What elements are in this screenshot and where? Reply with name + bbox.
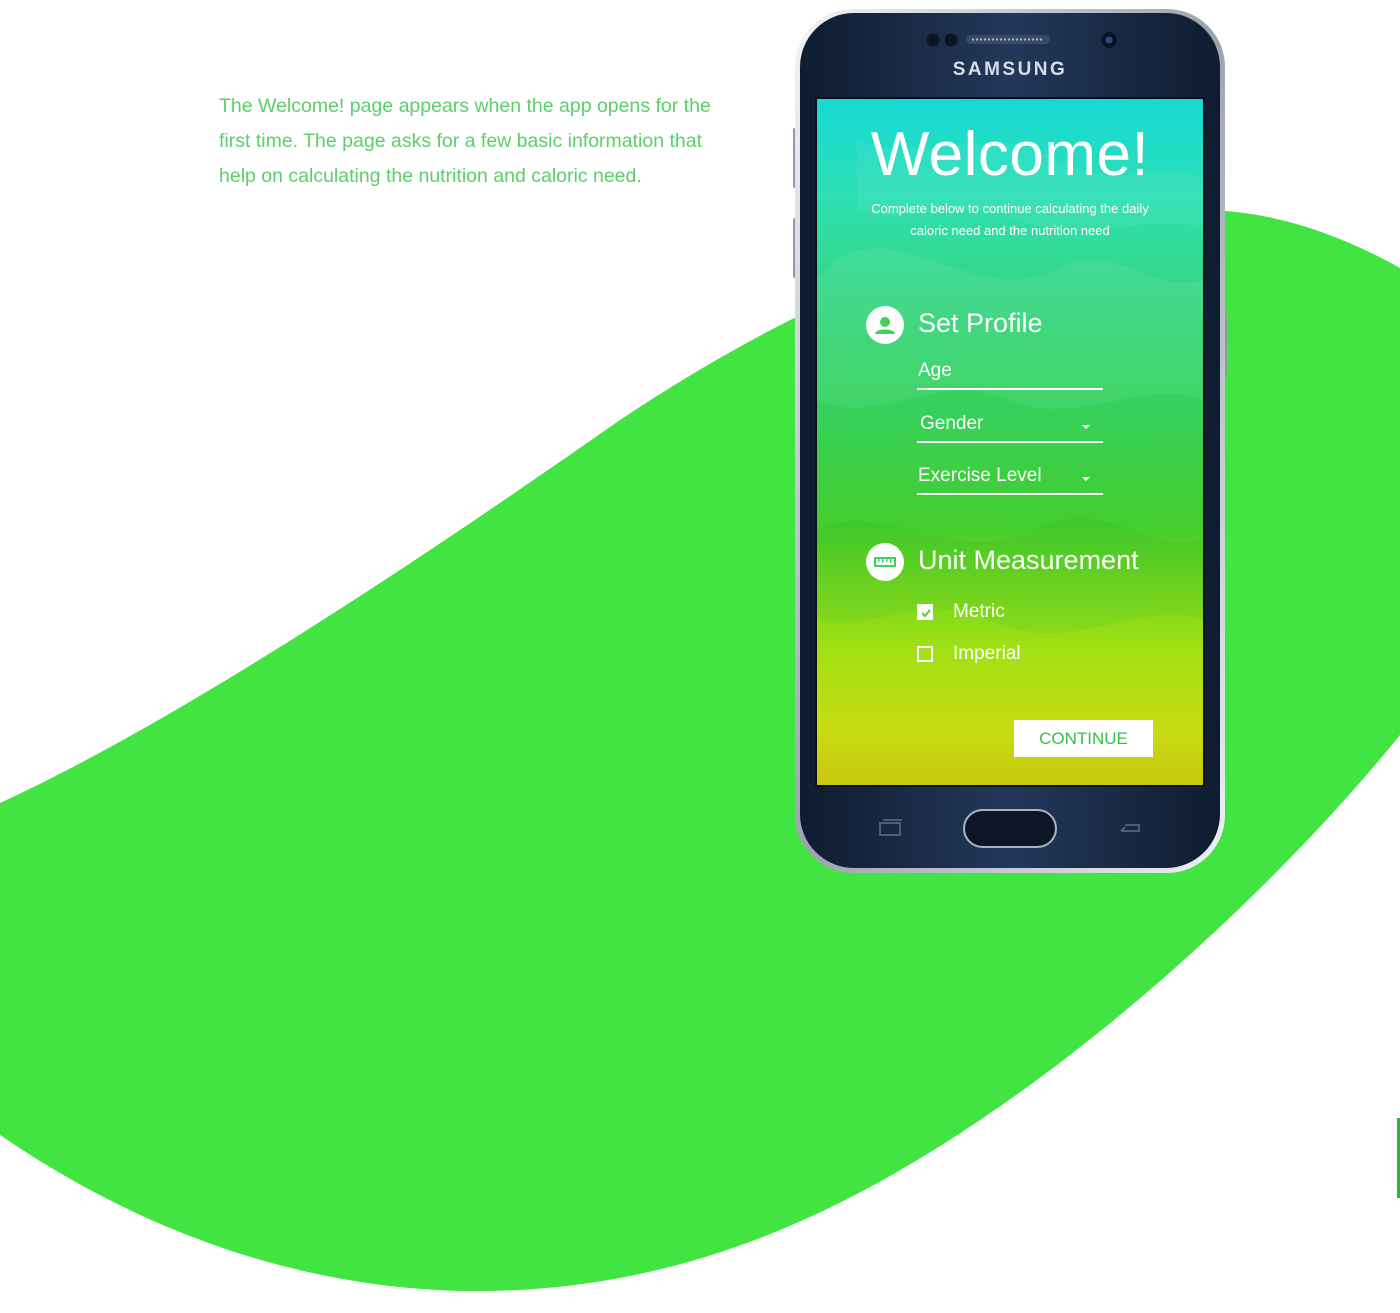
unit-measurement-heading: Unit Measurement — [918, 545, 1139, 575]
exercise-level-chevron-down-icon — [1082, 477, 1090, 481]
continue-button[interactable]: CONTINUE — [1014, 720, 1153, 757]
exercise-level-dropdown[interactable]: Exercise Level — [917, 463, 1103, 495]
phone-brand-logo: SAMSUNG — [952, 59, 1068, 80]
metric-checkbox[interactable] — [917, 604, 933, 620]
age-field-label: Age — [918, 360, 952, 381]
age-field[interactable]: Age — [917, 358, 1103, 390]
set-profile-heading: Set Profile — [918, 308, 1043, 338]
metric-label: Metric — [953, 601, 1005, 622]
gender-chevron-down-icon — [1082, 425, 1090, 429]
recent-apps-icon[interactable] — [877, 817, 903, 837]
exercise-level-dropdown-label: Exercise Level — [918, 465, 1042, 486]
gender-dropdown-label: Gender — [920, 413, 984, 434]
back-icon[interactable] — [1117, 819, 1143, 837]
welcome-subtitle: Complete below to continue calculating t… — [871, 201, 1149, 238]
imperial-checkbox[interactable] — [917, 646, 933, 662]
ruler-icon — [866, 543, 904, 581]
gender-dropdown[interactable]: Gender — [917, 411, 1103, 443]
intro-paragraph: The Welcome! page appears when the app o… — [219, 95, 711, 187]
user-icon — [866, 306, 904, 344]
app-screen: Welcome! Complete below to continue calc… — [817, 99, 1203, 785]
imperial-label: Imperial — [953, 643, 1021, 664]
welcome-title: Welcome! — [870, 120, 1150, 189]
check-icon — [921, 609, 931, 618]
